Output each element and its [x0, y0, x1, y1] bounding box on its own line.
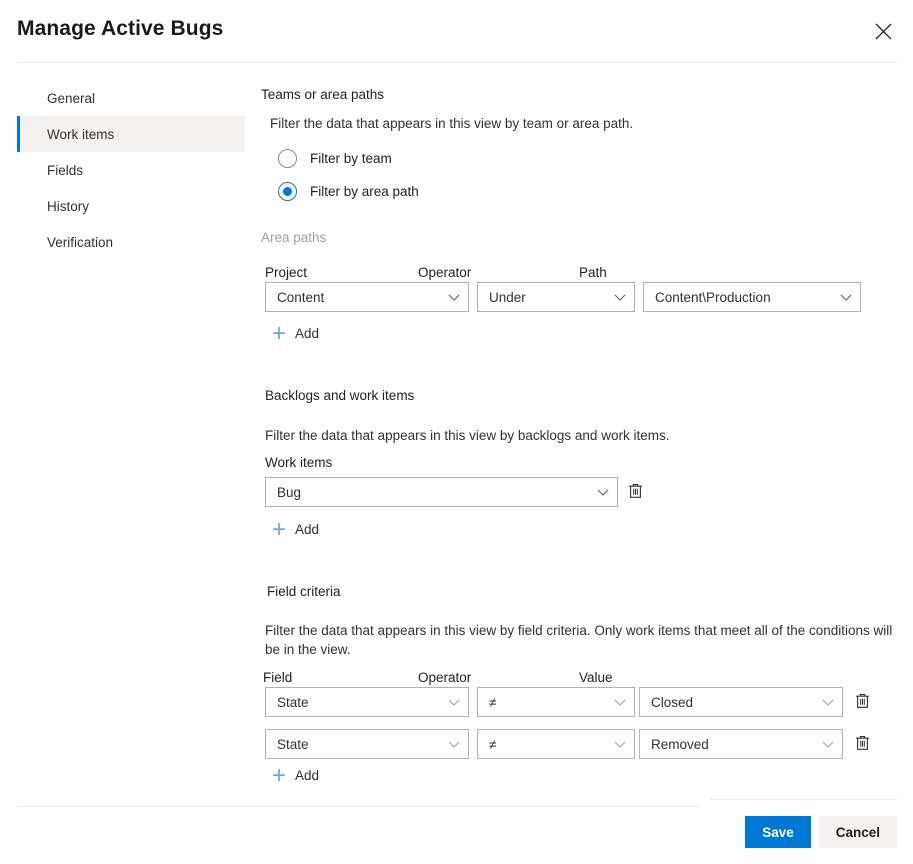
add-field-criteria-button[interactable]: + Add: [272, 761, 320, 789]
area-path-path-dropdown[interactable]: Content\Production: [643, 282, 861, 312]
backlogs-section-description: Filter the data that appears in this vie…: [265, 428, 670, 443]
close-icon: [875, 23, 892, 40]
dropdown-value: Content\Production: [655, 289, 771, 305]
plus-icon: +: [272, 319, 287, 347]
radio-circle-selected-icon: [278, 181, 297, 201]
field-criteria-field-dropdown[interactable]: State: [265, 687, 469, 717]
dropdown-value: State: [277, 694, 309, 710]
footer-divider-left: [17, 806, 701, 807]
cancel-button[interactable]: Cancel: [818, 816, 897, 848]
footer-divider: [710, 799, 897, 800]
sidebar-item-label: Verification: [47, 234, 114, 250]
close-button[interactable]: [864, 12, 902, 50]
work-items-dropdown[interactable]: Bug: [265, 477, 618, 507]
delete-field-criteria-button[interactable]: [849, 730, 875, 758]
manage-active-bugs-dialog: Manage Active Bugs General Work items Fi…: [0, 0, 913, 864]
radio-filter-by-team[interactable]: Filter by team: [269, 143, 392, 173]
chevron-down-icon: [838, 289, 854, 305]
sidebar-item-general[interactable]: General: [17, 80, 245, 116]
area-paths-column-path: Path: [579, 265, 607, 280]
add-label: Add: [295, 768, 320, 783]
radio-circle-icon: [278, 148, 297, 168]
save-button[interactable]: Save: [745, 816, 811, 848]
area-path-operator-dropdown[interactable]: Under: [477, 282, 635, 312]
field-criteria-operator-dropdown[interactable]: ≠: [477, 729, 635, 759]
field-criteria-operator-dropdown[interactable]: ≠: [477, 687, 635, 717]
dropdown-value: State: [277, 736, 309, 752]
chevron-down-icon: [820, 694, 836, 710]
dropdown-value: Content: [277, 289, 325, 305]
field-criteria-value-dropdown[interactable]: Removed: [639, 729, 843, 759]
chevron-down-icon: [446, 289, 462, 305]
plus-icon: +: [272, 761, 287, 789]
add-area-path-button[interactable]: + Add: [272, 319, 320, 347]
sidebar-item-label: History: [47, 198, 90, 214]
dialog-header: Manage Active Bugs: [0, 0, 913, 63]
sidebar-item-label: Work items: [47, 126, 115, 142]
backlogs-section-title: Backlogs and work items: [265, 388, 415, 403]
field-criteria-section-description: Filter the data that appears in this vie…: [265, 623, 893, 657]
dropdown-value: Bug: [277, 484, 302, 500]
sidebar-item-fields[interactable]: Fields: [17, 152, 245, 188]
area-paths-column-operator: Operator: [418, 265, 472, 280]
area-paths-column-project: Project: [265, 265, 308, 280]
dropdown-value: Under: [489, 289, 526, 305]
sidebar-item-label: Fields: [47, 162, 84, 178]
trash-icon: [628, 483, 643, 502]
add-label: Add: [295, 522, 320, 537]
sidebar-item-history[interactable]: History: [17, 188, 245, 224]
dropdown-value: Closed: [651, 694, 694, 710]
plus-icon: +: [272, 515, 287, 543]
trash-icon: [855, 735, 870, 754]
sidebar-item-verification[interactable]: Verification: [17, 224, 245, 260]
dropdown-value: ≠: [489, 736, 497, 752]
chevron-down-icon: [612, 289, 628, 305]
field-criteria-value-dropdown[interactable]: Closed: [639, 687, 843, 717]
area-paths-group-label: Area paths: [261, 230, 327, 245]
chevron-down-icon: [612, 694, 628, 710]
add-label: Add: [295, 326, 320, 341]
trash-icon: [855, 693, 870, 712]
chevron-down-icon: [446, 736, 462, 752]
teams-section-title: Teams or area paths: [261, 87, 385, 102]
add-work-item-button[interactable]: + Add: [272, 515, 320, 543]
dropdown-value: Removed: [651, 736, 709, 752]
dialog-footer: Save Cancel: [745, 816, 897, 848]
teams-section-description: Filter the data that appears in this vie…: [270, 116, 634, 131]
sidebar-item-label: General: [47, 90, 96, 106]
settings-sidebar: General Work items Fields History Verifi…: [17, 80, 245, 260]
dropdown-value: ≠: [489, 694, 497, 710]
chevron-down-icon: [595, 484, 611, 500]
radio-label: Filter by area path: [310, 183, 419, 199]
radio-label: Filter by team: [310, 150, 392, 166]
field-criteria-column-value: Value: [579, 670, 613, 685]
field-criteria-column-field: Field: [263, 670, 293, 685]
chevron-down-icon: [612, 736, 628, 752]
sidebar-item-work-items[interactable]: Work items: [17, 116, 245, 152]
header-divider: [17, 62, 897, 63]
field-criteria-column-operator: Operator: [418, 670, 472, 685]
work-items-field-label: Work items: [265, 455, 333, 470]
radio-filter-by-area-path[interactable]: Filter by area path: [269, 176, 419, 206]
field-criteria-field-dropdown[interactable]: State: [265, 729, 469, 759]
page-title: Manage Active Bugs: [17, 17, 224, 40]
chevron-down-icon: [820, 736, 836, 752]
delete-work-item-button[interactable]: [622, 478, 648, 506]
field-criteria-section-title: Field criteria: [267, 584, 341, 599]
chevron-down-icon: [446, 694, 462, 710]
delete-field-criteria-button[interactable]: [849, 688, 875, 716]
area-path-project-dropdown[interactable]: Content: [265, 282, 469, 312]
